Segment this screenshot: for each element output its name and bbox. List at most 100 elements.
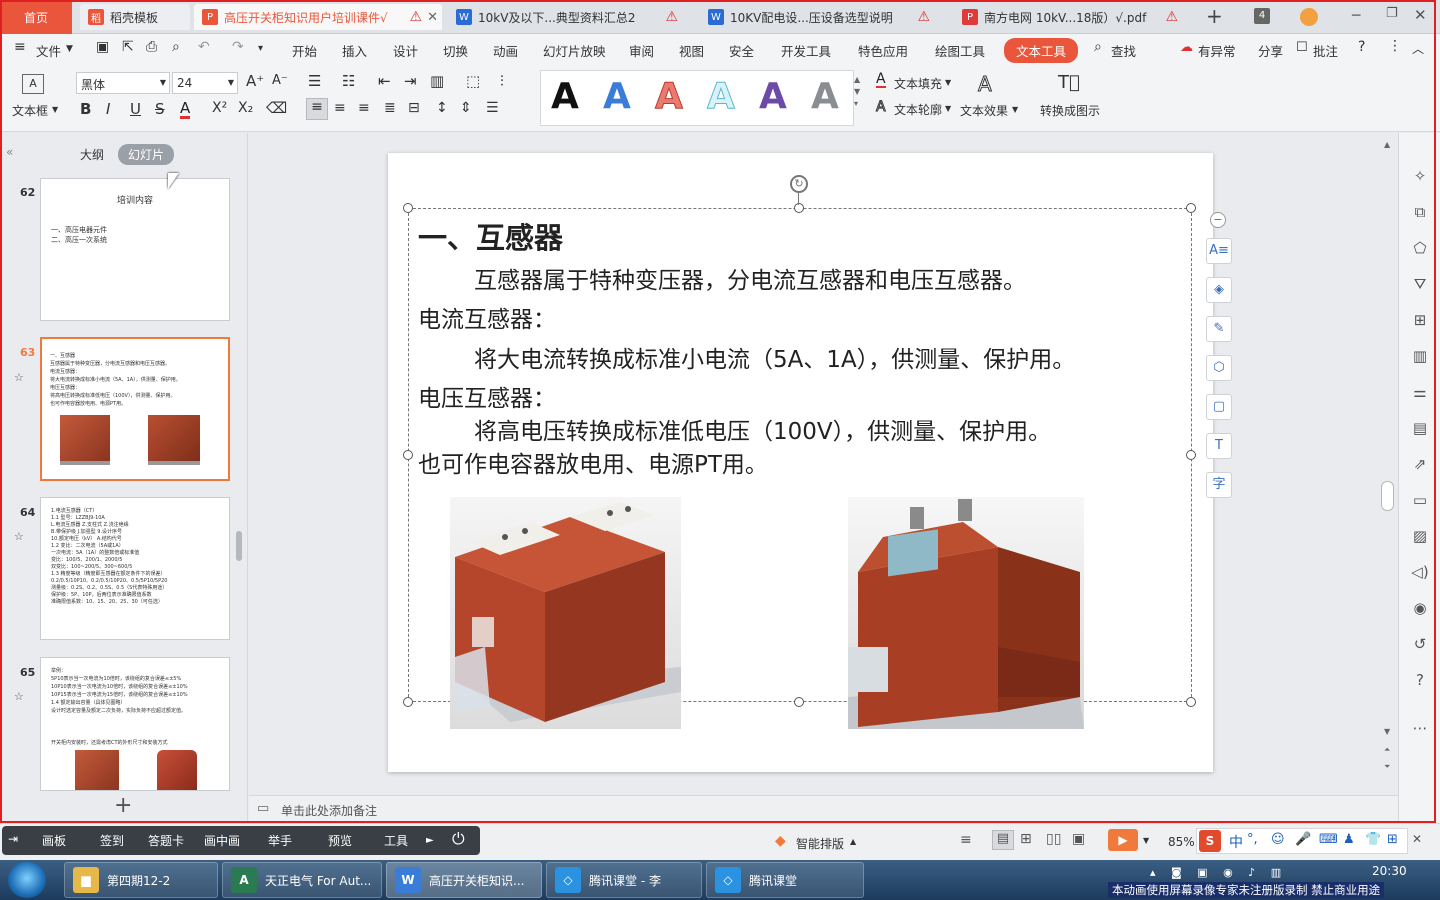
align-right-icon[interactable]: ≡ — [358, 100, 370, 116]
paragraph-settings-icon[interactable]: ☰ — [486, 100, 499, 116]
bold-icon[interactable]: B — [80, 100, 91, 118]
scroll-up-icon[interactable]: ▲ — [1384, 140, 1390, 149]
history-icon[interactable]: ↺ — [1411, 635, 1429, 653]
tool-raise-hand[interactable]: 举手 — [268, 832, 292, 849]
more-options-icon[interactable]: ⋮ — [1388, 38, 1402, 54]
close-icon[interactable]: ✕ — [427, 10, 438, 25]
box-icon[interactable]: ▭ — [1411, 491, 1429, 509]
more-icon[interactable]: ▾ — [258, 43, 263, 54]
close-ime-icon[interactable]: ✕ — [1412, 832, 1422, 846]
menu-review[interactable]: 审阅 — [629, 41, 654, 60]
tab-ppt-training[interactable]: P 高压开关柜知识用户培训课件√ ⚠ ✕ — [194, 4, 442, 30]
text-style-purple[interactable]: A — [759, 76, 787, 117]
line-spacing-icon[interactable]: ↕ — [436, 100, 448, 116]
strikethrough-icon[interactable]: S — [155, 100, 165, 118]
resize-handle[interactable] — [403, 697, 413, 707]
keyboard-icon[interactable]: ⌨ — [1319, 832, 1338, 847]
border-icon[interactable]: ▢ — [1206, 394, 1232, 420]
user-icon[interactable]: ♟ — [1343, 832, 1355, 847]
tool-preview[interactable]: 预览 — [328, 832, 352, 849]
notes-view-icon[interactable]: ▣ — [1072, 831, 1085, 847]
tab-doc-10kv[interactable]: W 10kV及以下...典型资料汇总2 ⚠ — [448, 4, 698, 30]
new-tab-button[interactable]: + — [1206, 4, 1223, 28]
ai-star-icon[interactable]: ✧ — [1411, 167, 1429, 185]
reading-view-icon[interactable]: ▯▯ — [1046, 831, 1061, 847]
microphone-icon[interactable]: 🎤 — [1295, 832, 1311, 847]
panel-scrollbar[interactable] — [236, 531, 242, 561]
skin-icon[interactable]: 👕 — [1365, 832, 1381, 847]
decrease-font-icon[interactable]: A⁻ — [272, 73, 288, 88]
taskbar-item-tencent-class-1[interactable]: ◇ 腾讯课堂 - 李 — [546, 862, 702, 898]
tab-outline[interactable]: 大纲 — [80, 146, 104, 163]
search-icon[interactable]: ⌕ — [1094, 39, 1102, 55]
text-convert-icon[interactable]: T — [1206, 433, 1232, 459]
taskbar-item-autocad[interactable]: A 天正电气 For Aut... — [222, 862, 382, 898]
scroll-down-icon[interactable]: ▼ — [1384, 727, 1390, 736]
menu-animation[interactable]: 动画 — [493, 41, 518, 60]
sogou-icon[interactable]: S — [1199, 830, 1221, 852]
menu-insert[interactable]: 插入 — [342, 41, 367, 60]
tool-whiteboard[interactable]: 画板 — [42, 832, 66, 849]
settings-sliders-icon[interactable]: ⚌ — [1411, 383, 1429, 401]
menu-slideshow[interactable]: 幻灯片放映 — [543, 41, 606, 60]
resize-handle[interactable] — [1186, 203, 1196, 213]
justify-icon[interactable]: ≣ — [384, 100, 396, 116]
menu-file[interactable]: 文件 — [36, 41, 61, 60]
textbox-icon[interactable]: A — [22, 74, 44, 94]
play-slideshow-button[interactable]: ▶ — [1108, 829, 1138, 851]
redo-icon[interactable]: ↷ — [232, 39, 244, 55]
current-transformer-image[interactable] — [450, 497, 681, 729]
menu-security[interactable]: 安全 — [729, 41, 754, 60]
subscript-icon[interactable]: X₂ — [238, 100, 253, 116]
taskbar-item-folder[interactable]: ▆ 第四期12-2 — [64, 862, 218, 898]
resize-handle[interactable] — [1186, 697, 1196, 707]
text-outline-button[interactable]: 文本轮廓 — [894, 101, 942, 118]
audio-icon[interactable]: ◁) — [1411, 563, 1429, 581]
text-style-blue[interactable]: A — [603, 76, 631, 117]
menu-developer[interactable]: 开发工具 — [781, 41, 831, 60]
columns-icon[interactable]: ▥ — [430, 72, 444, 90]
preview-icon[interactable]: ⌕ — [172, 39, 180, 55]
text-style-gray[interactable]: A — [811, 76, 839, 117]
arrow-right-icon[interactable]: ► — [426, 835, 434, 846]
slide-canvas[interactable]: ↻ 一、互感器 互感器属于特种变压器，分电流互感器和电压互感器。 电流互感器： … — [388, 153, 1213, 772]
gallery-scroll-icon[interactable]: ▲ ▼ ▾ — [854, 74, 860, 110]
vertical-scrollbar-thumb[interactable] — [1381, 481, 1394, 511]
slide-thumbnail-62[interactable]: 培训内容 一、高压电器元件 二、高压一次系统 — [40, 178, 230, 321]
picture-icon[interactable]: ▨ — [1411, 527, 1429, 545]
voltage-transformer-image[interactable] — [848, 497, 1084, 729]
text-format-icon[interactable]: A≡ — [1206, 238, 1232, 264]
power-icon[interactable]: ⏻ — [452, 829, 465, 849]
text-direction-icon[interactable]: ⬚ — [466, 72, 480, 90]
menu-drawing-tools[interactable]: 绘图工具 — [935, 41, 985, 60]
shapes-icon[interactable]: ⬠ — [1411, 239, 1429, 257]
collapse-toolbar-icon[interactable]: ⇥ — [8, 832, 18, 846]
font-icon[interactable]: 字 — [1206, 472, 1232, 498]
notes-toggle-icon[interactable]: ≡ — [960, 832, 972, 848]
menu-features[interactable]: 特色应用 — [858, 41, 908, 60]
outdent-icon[interactable]: ⇤ — [378, 72, 391, 90]
clear-format-icon[interactable]: ⌫ — [266, 99, 287, 117]
maximize-icon[interactable]: ❐ — [1386, 6, 1398, 21]
more-icon[interactable]: ⋯ — [1411, 719, 1429, 737]
text-style-black[interactable]: A — [551, 76, 579, 117]
chart-icon[interactable]: ▥ — [1411, 347, 1429, 365]
text-style-cyan-outline[interactable]: A — [707, 76, 736, 118]
next-slide-icon[interactable]: ⏷ — [1384, 762, 1390, 772]
collapse-float-icon[interactable]: − — [1210, 212, 1226, 228]
font-name-select[interactable]: 黑体 ▼ — [76, 72, 170, 94]
security-icon[interactable]: ◉ — [1411, 599, 1429, 617]
add-slide-button[interactable]: + — [114, 793, 132, 818]
text-style-red-outline[interactable]: A — [655, 76, 684, 118]
emoji-icon[interactable]: ☺ — [1271, 832, 1285, 847]
textbox-button[interactable]: 文本框 — [12, 102, 48, 119]
ime-mode[interactable]: 中 — [1229, 832, 1243, 852]
start-button[interactable] — [8, 862, 46, 898]
grid-icon[interactable]: ⊞ — [1411, 311, 1429, 329]
increase-font-icon[interactable]: A⁺ — [246, 72, 264, 90]
toolbox-icon[interactable]: ⊞ — [1387, 832, 1398, 847]
share-out-icon[interactable]: ⇗ — [1411, 455, 1429, 473]
search-button[interactable]: 查找 — [1111, 41, 1136, 60]
font-size-select[interactable]: 24 ▼ — [172, 72, 238, 94]
clock[interactable]: 20:30 — [1372, 864, 1407, 878]
